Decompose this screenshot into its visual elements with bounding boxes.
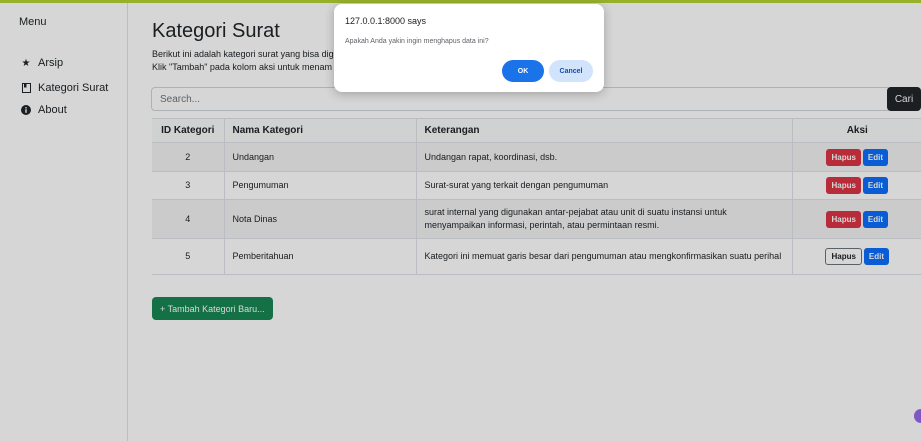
ok-button[interactable]: OK (502, 60, 544, 82)
dialog-title: 127.0.0.1:8000 says (345, 16, 427, 26)
confirm-dialog: 127.0.0.1:8000 says Apakah Anda yakin in… (334, 4, 604, 92)
cancel-button[interactable]: Cancel (549, 60, 593, 82)
floating-widget-icon[interactable] (914, 409, 921, 423)
dialog-message: Apakah Anda yakin ingin menghapus data i… (345, 38, 489, 45)
